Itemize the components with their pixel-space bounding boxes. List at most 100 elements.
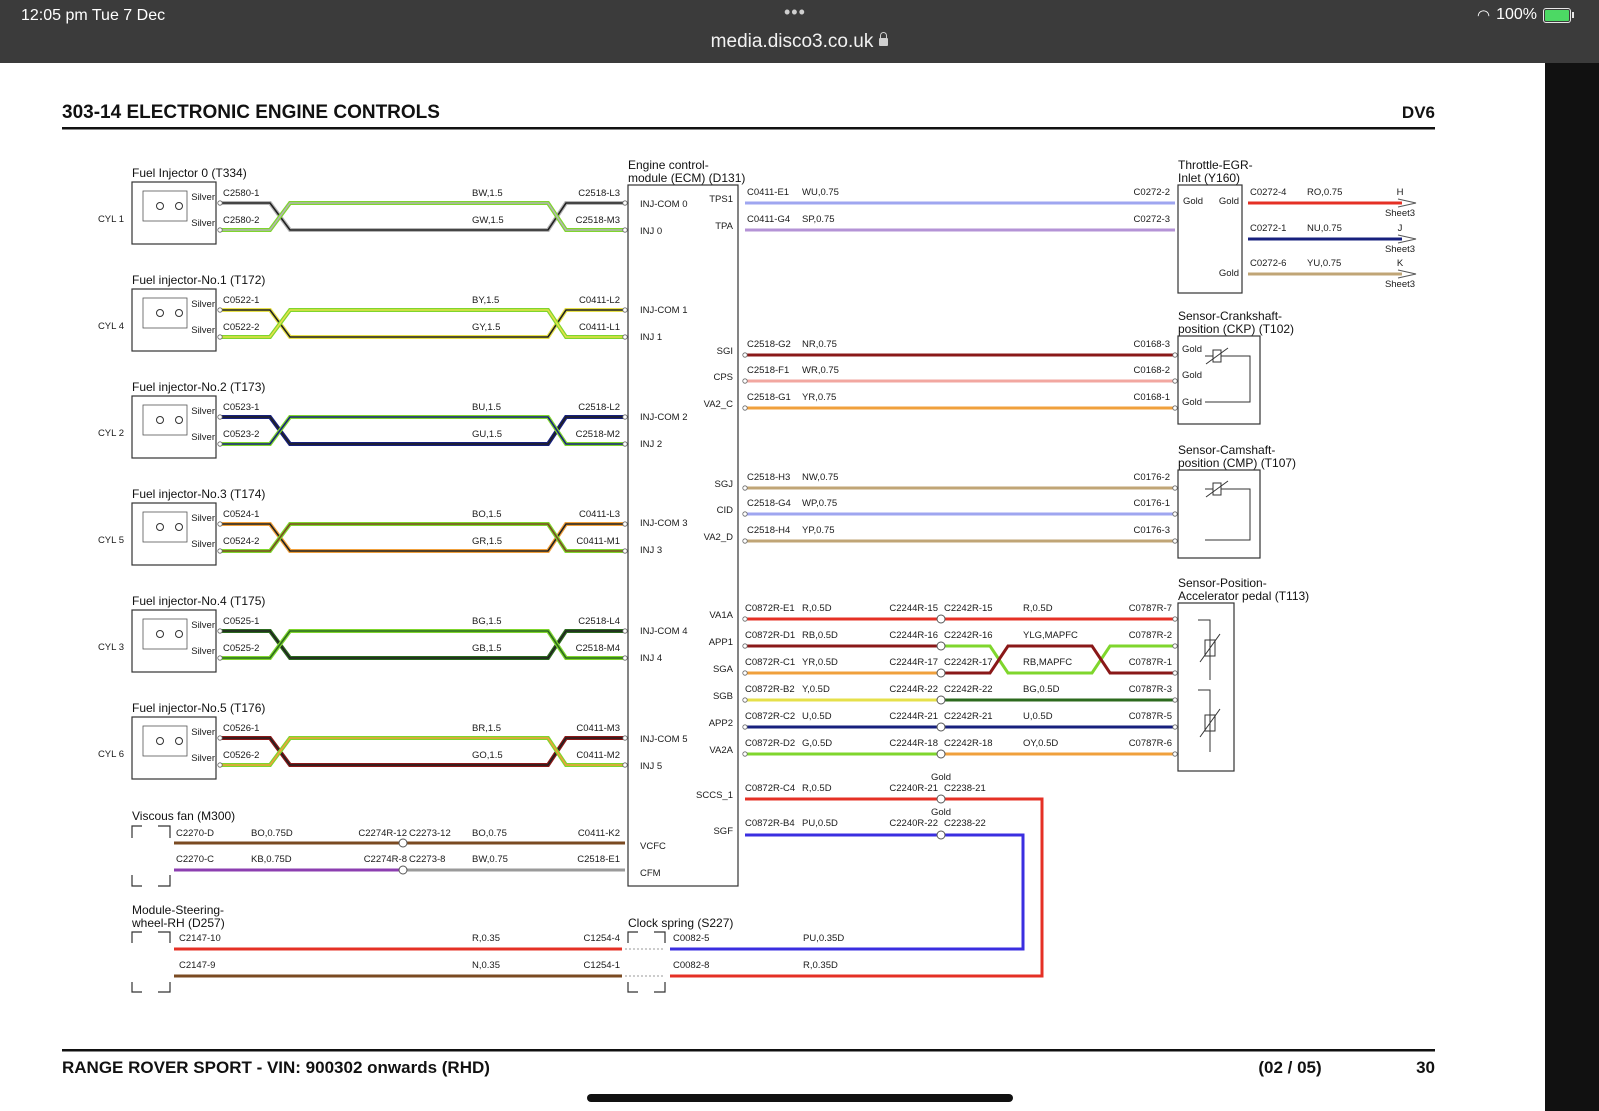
sccs-splice-1 <box>936 794 946 804</box>
wire-end <box>1172 538 1178 544</box>
viscous-fan-group: Viscous fan (M300) C2270-D BO,0.75D C227… <box>131 809 625 887</box>
battery-icon <box>1543 7 1574 23</box>
injector-coil-terminal <box>175 416 183 424</box>
app-wire-4: C0872R-C2 U,0.5D C2244R-21 C2242R-21 U,0.5D C… <box>742 711 1178 732</box>
injector-coil-terminal <box>175 523 183 531</box>
connector-label: C0272-6 <box>1250 258 1286 269</box>
connector-label: C0523-1 <box>223 402 259 413</box>
injector-pin-2: Silver <box>191 218 215 229</box>
connector-label: C2580-1 <box>223 188 259 199</box>
injector-pin-1: Silver <box>191 192 215 203</box>
wire-end <box>217 307 223 313</box>
footer-rule <box>62 1049 1435 1052</box>
clock-spec2: R,0.35D <box>803 960 838 971</box>
wire-spec: BW,1.5 <box>472 188 503 199</box>
injector-coil-terminal <box>156 416 164 424</box>
sccs-group: C0872R-C4 R,0.5D Gold C2240R-21 C2238-21… <box>745 772 986 840</box>
fan-s1: C2274R-12 <box>358 828 407 839</box>
wire-end <box>742 697 748 703</box>
ecm-pin-right: SGA <box>713 664 734 675</box>
injector-coil-terminal <box>175 202 183 210</box>
connector-label: C0522-2 <box>223 322 259 333</box>
wire-end <box>1172 352 1178 358</box>
injector-title: Fuel Injector 0 (T334) <box>132 166 247 180</box>
splice-label: C2244R-17 <box>889 657 938 668</box>
wire-end <box>217 334 223 340</box>
fan-e2: C2518-E1 <box>577 854 620 865</box>
app-splice <box>936 614 946 624</box>
wire-end <box>622 521 628 527</box>
wire-spec: BG,0.5D <box>1023 684 1060 695</box>
sheet-letter: J <box>1398 223 1403 234</box>
wire-end <box>622 628 628 634</box>
wire-end <box>1172 378 1178 384</box>
connector-label: C0787R-2 <box>1129 630 1172 641</box>
wire-spec: WP,0.75 <box>802 498 837 509</box>
steering-module-group: Module-Steering- wheel-RH (D257) C2147-1… <box>131 903 622 993</box>
injector-pin-1: Silver <box>191 299 215 310</box>
ecm-pin-left: INJ-COM 3 <box>640 518 688 529</box>
app-wire-0: C0872R-E1 R,0.5D C2244R-15 C2242R-15 R,0.5D C… <box>742 603 1178 624</box>
wire-end <box>742 485 748 491</box>
page-title: 303-14 ELECTRONIC ENGINE CONTROLS <box>62 102 440 123</box>
cylinder-label: CYL 3 <box>98 642 124 653</box>
injector-coil-terminal <box>175 630 183 638</box>
wire-end <box>622 762 628 768</box>
wire-end <box>742 405 748 411</box>
ecm-pin-left: CFM <box>640 868 661 879</box>
wire-spec: RO,0.75 <box>1307 187 1342 198</box>
ecm-pin-right: CPS <box>713 372 733 383</box>
splice-label: C2244R-16 <box>889 630 938 641</box>
url-text[interactable]: media.disco3.co.uk <box>711 31 874 52</box>
connector-label: C0872R-C2 <box>745 711 795 722</box>
steering-spec1: R,0.35 <box>472 933 500 944</box>
footer-vehicle: RANGE ROVER SPORT - VIN: 900302 onwards … <box>62 1058 490 1077</box>
throttle-title-1: Throttle-EGR- <box>1178 158 1253 172</box>
splice-label: C2244R-18 <box>889 738 938 749</box>
ecm-pin-right: APP1 <box>709 637 733 648</box>
throttle-e1: C0272-2 <box>1134 187 1170 198</box>
viscous-fan-title: Viscous fan (M300) <box>132 809 235 823</box>
connector-label: C2518-H3 <box>747 472 790 483</box>
connector-label: C0525-2 <box>223 643 259 654</box>
connector-label: C2518-M2 <box>576 429 620 440</box>
app-splice <box>936 668 946 678</box>
wire-spec: OY,0.5D <box>1023 738 1058 749</box>
app-wire-5: C0872R-D2 G,0.5D C2244R-18 C2242R-18 OY,0.5D… <box>742 738 1178 759</box>
connector-label: C0872R-D2 <box>745 738 795 749</box>
wire-end <box>742 352 748 358</box>
footer-sheet: (02 / 05) <box>1258 1058 1321 1077</box>
more-dots-icon[interactable]: ••• <box>784 2 806 23</box>
wire-end <box>217 414 223 420</box>
connector-label: C0524-2 <box>223 536 259 547</box>
wire-end <box>742 670 748 676</box>
address-bar[interactable]: media.disco3.co.uk <box>0 31 1599 53</box>
connector-label: C0522-1 <box>223 295 259 306</box>
ecm-pin-left: VCFC <box>640 841 666 852</box>
ecm-pin-left: INJ-COM 5 <box>640 734 688 745</box>
connector-label: C0176-2 <box>1134 472 1170 483</box>
ecm-pin-left: INJ-COM 1 <box>640 305 688 316</box>
ecm-pin-left: INJ 4 <box>640 653 662 664</box>
injector-pin-2: Silver <box>191 325 215 336</box>
wire-end <box>1172 670 1178 676</box>
wire-end <box>1172 485 1178 491</box>
fan-spec2: BO,0.75 <box>472 828 507 839</box>
ecm-title-2: module (ECM) (D131) <box>628 171 745 185</box>
wire-spec: U,0.5D <box>802 711 832 722</box>
injector-0: Fuel Injector 0 (T334) CYL 1 Silver Silver C… <box>98 166 628 245</box>
sccs-s2: C2238-21 <box>944 783 986 794</box>
app-box <box>1177 602 1235 772</box>
wire-end <box>622 735 628 741</box>
header-rule <box>62 127 1435 130</box>
wire-end <box>1172 643 1178 649</box>
ecm-pin-left: INJ 2 <box>640 439 662 450</box>
connector-label: C0526-1 <box>223 723 259 734</box>
wire-spec: G,0.5D <box>802 738 832 749</box>
wifi-icon: ◠ <box>1476 7 1491 24</box>
ecm-pin-left: INJ 1 <box>640 332 662 343</box>
home-indicator[interactable] <box>587 1094 1013 1102</box>
clock-c2: C0082-8 <box>673 960 709 971</box>
connector-label: C0411-M1 <box>576 536 620 547</box>
wire-spec: YP,0.75 <box>802 525 835 536</box>
